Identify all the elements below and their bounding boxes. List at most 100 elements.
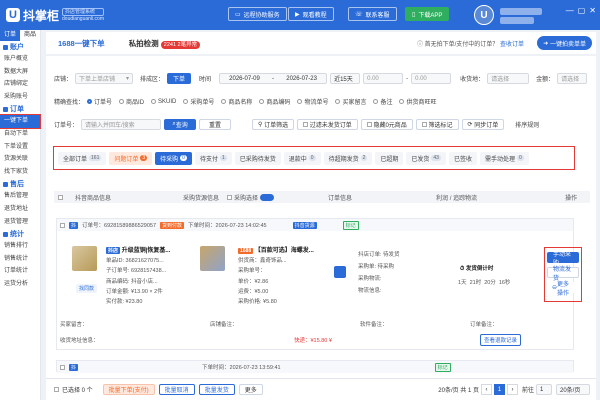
maximize-icon[interactable]: ▢ (578, 6, 586, 15)
select-all-checkbox[interactable] (58, 194, 63, 200)
sidebar-section-account[interactable]: 账户 (0, 41, 40, 53)
status-tab-purchased-pending[interactable]: 已采购待发货 (234, 151, 281, 165)
status-tab-manual[interactable]: 需手动处理 0 (479, 151, 529, 165)
batch-order-button[interactable]: 批量下单(支付) (102, 384, 155, 395)
recommend-toggle[interactable] (260, 193, 275, 201)
sidebar-item-return-mgmt[interactable]: 退货管理 (0, 216, 40, 229)
filter-unshipped-button[interactable]: 过滤未发货订单 (297, 119, 358, 130)
status-tab-problem[interactable]: 问题订单 3 (109, 151, 153, 165)
sidebar-item-auto-order[interactable]: 自动下单 (0, 128, 40, 141)
radio-supplier[interactable]: 供货商旺旺 (399, 97, 437, 106)
goto-page-input[interactable]: 1 (536, 384, 552, 395)
min-field[interactable]: 0.00 (363, 73, 404, 84)
source-product-name[interactable]: 1688 【百款可选】海螺发... (238, 245, 314, 254)
sync-orders-button[interactable]: ⟳ 同步订单 (461, 119, 505, 130)
batch-ship-button[interactable]: 批量发货 (198, 384, 235, 395)
tutorial-button[interactable]: ▶ 观看教程 (288, 7, 334, 21)
shop-select[interactable]: 下单上单店铺 ▾ (75, 73, 134, 84)
radio-purchase-no[interactable]: 采购单号 (183, 97, 214, 106)
checkbox[interactable] (421, 122, 427, 127)
sidebar-section-orders[interactable]: 订单 (0, 103, 40, 115)
sidebar-item-order-stats[interactable]: 订单统计 (0, 265, 40, 278)
sidebar-item-after-sales-mgmt[interactable]: 售后管理 (0, 190, 40, 203)
sidebar-item-return-address[interactable]: 退货地址 (0, 203, 40, 216)
link-icon[interactable] (334, 266, 346, 278)
sidebar-tab-products[interactable]: 商品 (20, 30, 40, 41)
purchase-select-checkbox[interactable] (227, 194, 233, 200)
product-image[interactable] (72, 246, 97, 271)
filter-mark-button[interactable]: 筛选标记 (415, 119, 459, 130)
hide-zero-button[interactable]: 隐藏0元商品 (360, 119, 413, 130)
radio-tracking-no[interactable]: 物流单号 (297, 97, 328, 106)
mark-tag[interactable]: 标记 (342, 220, 359, 230)
find-similar-button[interactable]: 找同款 (76, 284, 98, 293)
sidebar-item-one-click-order[interactable]: 一键下单 (0, 114, 41, 129)
sidebar-item-shop-binding[interactable]: 店铺绑定 (0, 78, 40, 91)
status-tab-signed[interactable]: 已签收 (448, 151, 477, 165)
radio-buyer-msg[interactable]: 买家留言 (335, 97, 366, 106)
time-type-order[interactable]: 下单 (167, 73, 192, 84)
more-actions-button[interactable]: ⊖ 更多操作 (547, 282, 579, 297)
radio-remark[interactable]: 备注 (373, 97, 392, 106)
status-tab-overdue[interactable]: 已超期 (375, 151, 404, 165)
date-range-preset[interactable]: 近15天 (330, 73, 361, 84)
status-tab-refunding[interactable]: 退款中 0 (283, 151, 321, 165)
tab-private-check[interactable]: 私拍检测 2241 2笔异常 (117, 38, 212, 49)
minimize-icon[interactable]: — (566, 6, 574, 15)
search-button[interactable]: ⌕ 查询 (164, 119, 197, 130)
radio-product-code[interactable]: 商品编码 (259, 97, 290, 106)
sort-rule[interactable]: 排序规则 (515, 120, 539, 129)
radio-sku-id[interactable]: SKUID (151, 99, 176, 105)
source-product-image[interactable] (200, 246, 225, 271)
download-app-button[interactable]: ▯ 下载APP (405, 7, 450, 21)
sidebar-item-find-supplier[interactable]: 找下家货 (0, 166, 40, 179)
page-1-button[interactable]: 1 (493, 384, 505, 395)
user-avatar[interactable]: U (474, 5, 494, 25)
app-logo[interactable]: U 抖掌柜 抖店管理系统 doudianguanli.com (0, 0, 118, 30)
order-filter-button[interactable]: ⚲ 订单筛选 (252, 119, 295, 130)
amount-select[interactable]: 请选择 (557, 73, 588, 84)
order-number[interactable]: 订单号：69281589886529057 (82, 221, 156, 229)
more-batch-button[interactable]: 更多 (238, 384, 263, 395)
page-size-select[interactable]: 20条/页 (556, 384, 590, 395)
check-orders-link[interactable]: 查收订单 (500, 42, 524, 48)
manual-purchase-button[interactable]: 手动采购 (547, 252, 579, 267)
contact-service-button[interactable]: ☏ 联系客服 (348, 7, 397, 21)
reset-button[interactable]: 重置 (199, 119, 232, 130)
status-tab-near-overdue[interactable]: 待超期发货 2 (323, 151, 373, 165)
sidebar-item-sales-stats[interactable]: 销售统计 (0, 253, 40, 266)
batch-cancel-button[interactable]: 批量取消 (158, 384, 195, 395)
tab-one-click-order[interactable]: 1688一键下单 (46, 38, 117, 49)
radio-order-no[interactable]: 订单号 (87, 97, 112, 106)
product-name[interactable]: 抖店 升级蓝铜|恢复基... (106, 245, 170, 254)
sidebar-item-order-settings[interactable]: 下单设置 (0, 141, 40, 154)
old-version-button[interactable]: ➜ 一键拍卖单单 (537, 36, 592, 50)
checkbox[interactable] (303, 122, 309, 127)
status-tab-to-purchase[interactable]: 待采购 0 (155, 151, 192, 165)
order-checkbox[interactable] (60, 364, 65, 370)
close-icon[interactable]: ✕ (589, 6, 596, 15)
prev-page-button[interactable]: ‹ (480, 384, 492, 395)
region-select[interactable]: 请选择 (487, 73, 530, 84)
sidebar-tab-orders[interactable]: 订单 (0, 30, 20, 41)
supplier-name[interactable]: 供货商：鑫奇饰品... (238, 256, 287, 264)
time-type-time[interactable]: 时间 (194, 73, 217, 84)
sidebar-item-data-screen[interactable]: 数据大屏 (0, 66, 40, 79)
search-input[interactable]: 请输入并回车/搜索 (81, 119, 162, 130)
date-range-picker[interactable]: 2026-07-09-2026-07-23 (219, 73, 328, 84)
status-tab-shipped[interactable]: 已发货 43 (406, 151, 446, 165)
sidebar-item-account-overview[interactable]: 账户概览 (0, 53, 40, 66)
sidebar-item-source-link[interactable]: 货源关联 (0, 153, 40, 166)
status-tab-all[interactable]: 全部订单 161 (58, 151, 107, 165)
status-tab-to-pay[interactable]: 待支付 1 (194, 151, 232, 165)
logistics-ship-button[interactable]: 物流发货 (547, 267, 579, 282)
refund-record-button[interactable]: 查看退款记录 (480, 334, 522, 346)
sidebar-section-after-sales[interactable]: 售后 (0, 178, 40, 190)
sidebar-item-shipping-analysis[interactable]: 运货分析 (0, 278, 40, 291)
mark-tag[interactable]: 标记 (434, 362, 451, 372)
sidebar-item-purchase-account[interactable]: 采购账号 (0, 91, 40, 104)
next-page-button[interactable]: › (506, 384, 518, 395)
order-checkbox[interactable] (60, 222, 65, 228)
max-field[interactable]: 0.00 (411, 73, 452, 84)
radio-product-name[interactable]: 商品名称 (221, 97, 252, 106)
